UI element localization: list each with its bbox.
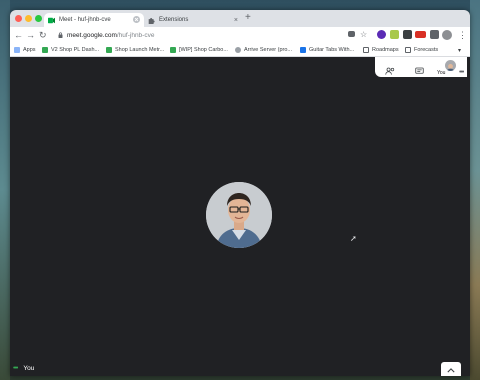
bookmark-label: V2 Shop PL Dash... xyxy=(51,47,100,53)
bookmark-folder-forecasts[interactable]: Forecasts xyxy=(405,45,438,55)
more-options-icon[interactable]: ••• xyxy=(459,69,464,76)
back-arrow-icon[interactable]: ← xyxy=(14,30,23,40)
extension-purple-icon[interactable] xyxy=(377,30,386,39)
puzzle-piece-icon xyxy=(148,17,155,24)
meet-favicon-icon xyxy=(48,17,55,24)
address-bar[interactable]: meet.google.com/huf-jhnb-cve xyxy=(50,29,355,42)
extension-dark-icon[interactable] xyxy=(403,30,412,39)
browser-menu-icon[interactable]: ⋮ xyxy=(458,30,467,40)
close-tab-icon[interactable]: × xyxy=(234,17,238,24)
maximize-window-button[interactable] xyxy=(35,15,42,22)
meet-stage: You ••• ➚ ••• You xyxy=(10,57,470,376)
extension-red-badge-icon[interactable] xyxy=(415,31,426,38)
people-icon[interactable] xyxy=(385,62,395,80)
bookmark-apps[interactable]: Apps xyxy=(14,45,36,55)
bookmark-label: Apps xyxy=(23,47,36,53)
profile-avatar-icon[interactable] xyxy=(442,30,452,40)
self-name-label: You xyxy=(23,365,35,372)
m-logo-icon xyxy=(42,47,48,53)
lock-icon xyxy=(58,31,63,40)
bookmark-label: Arrive Server (pro... xyxy=(244,47,292,53)
new-tab-icon[interactable]: + xyxy=(245,12,251,23)
chat-icon[interactable] xyxy=(415,62,424,80)
bookmark-label: Shop Launch Metr... xyxy=(115,47,165,53)
mouse-cursor-icon: ➚ xyxy=(350,234,357,243)
guitar-site-icon xyxy=(300,47,306,53)
folder-icon xyxy=(405,47,411,53)
tab-meet[interactable]: Meet - huf-jhnb-cve xyxy=(44,13,144,27)
extensions-puzzle-icon[interactable] xyxy=(430,30,439,39)
tab-title: Meet - huf-jhnb-cve xyxy=(59,17,111,23)
tab-extensions[interactable]: Extensions × xyxy=(144,13,242,27)
folder-icon xyxy=(363,47,369,53)
browser-window: Meet - huf-jhnb-cve Extensions × + ← → ↻… xyxy=(10,10,470,376)
bookmark-item[interactable]: Guitar Tabs With... xyxy=(300,45,354,55)
bookmark-item[interactable]: V2 Shop PL Dash... xyxy=(42,45,99,55)
audio-activity-icon: ••• xyxy=(13,365,18,372)
bookmark-label: Roadmaps xyxy=(372,47,399,53)
desktop-wallpaper-right xyxy=(470,0,480,380)
bookmark-item[interactable]: [WIP] Shop Carbo... xyxy=(170,45,228,55)
close-window-button[interactable] xyxy=(15,15,22,22)
tab-strip: Meet - huf-jhnb-cve Extensions × + xyxy=(10,10,470,27)
reload-icon[interactable]: ↻ xyxy=(39,30,47,40)
show-controls-button[interactable] xyxy=(441,362,461,376)
bookmarks-overflow-icon[interactable]: ▾ xyxy=(458,45,461,55)
close-tab-icon[interactable] xyxy=(133,15,140,25)
bookmarks-bar: Apps V2 Shop PL Dash... Shop Launch Metr… xyxy=(10,44,470,57)
camera-indicator-icon[interactable] xyxy=(348,31,355,37)
bookmark-label: Guitar Tabs With... xyxy=(309,47,355,53)
bookmark-star-icon[interactable]: ☆ xyxy=(360,30,367,40)
url-host: meet.google.com xyxy=(67,32,117,39)
participant-avatar xyxy=(206,182,272,248)
bookmark-label: Forecasts xyxy=(414,47,439,53)
chevron-up-icon xyxy=(447,360,455,376)
bookmark-label: [WIP] Shop Carbo... xyxy=(179,47,228,53)
bookmark-folder-roadmaps[interactable]: Roadmaps xyxy=(363,45,399,55)
m-logo-icon xyxy=(106,47,112,53)
apps-grid-icon xyxy=(14,47,20,53)
self-thumbnail-avatar xyxy=(445,60,456,71)
tab-title: Extensions xyxy=(159,17,189,23)
desktop-wallpaper-left xyxy=(0,0,10,380)
bookmark-item[interactable]: Shop Launch Metr... xyxy=(106,45,164,55)
m-logo-icon xyxy=(170,47,176,53)
meet-top-right-panel: You ••• xyxy=(375,57,467,77)
forward-arrow-icon[interactable]: → xyxy=(26,30,35,40)
self-name-tag: ••• You xyxy=(13,365,34,372)
browser-toolbar: ← → ↻ meet.google.com/huf-jhnb-cve ☆ ⋮ xyxy=(10,27,470,44)
cloud-icon xyxy=(235,47,241,53)
minimize-window-button[interactable] xyxy=(25,15,32,22)
bookmark-item[interactable]: Arrive Server (pro... xyxy=(235,45,292,55)
self-thumbnail-label: You xyxy=(437,70,446,76)
extension-notes-icon[interactable] xyxy=(390,30,399,39)
url-path: /huf-jhnb-cve xyxy=(116,32,155,39)
